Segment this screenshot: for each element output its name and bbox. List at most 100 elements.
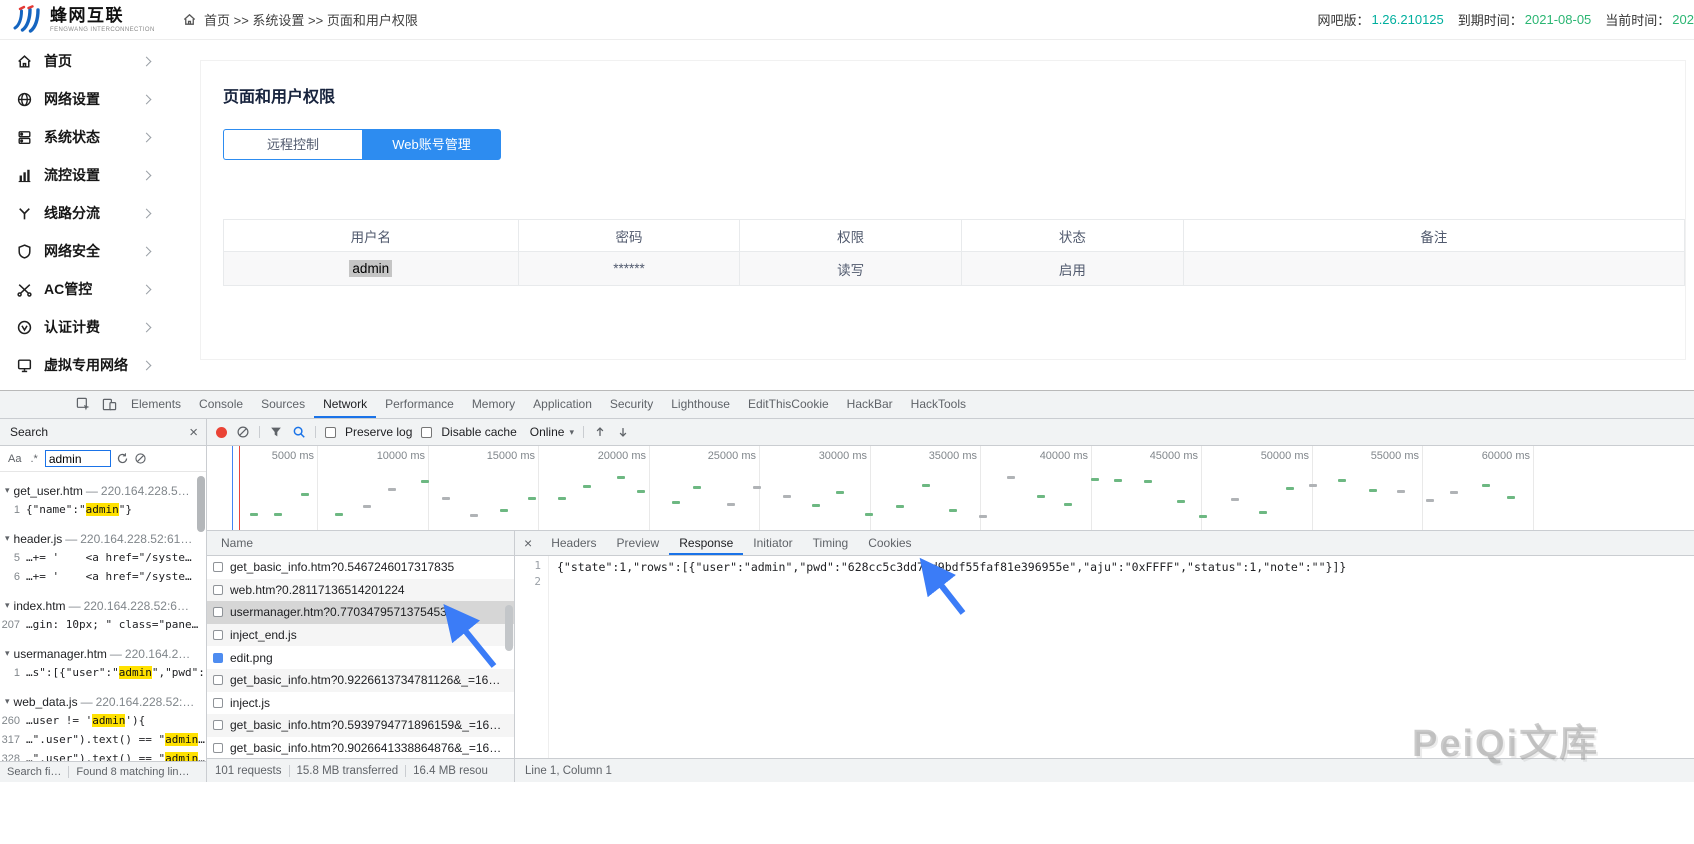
sidebar-item-system-status[interactable]: 系统状态 bbox=[0, 118, 163, 156]
devtools-tab-console[interactable]: Console bbox=[190, 391, 252, 418]
sidebar-item-auth-billing[interactable]: 认证计费 bbox=[0, 308, 163, 346]
sidebar-item-home[interactable]: 首页 bbox=[0, 42, 163, 80]
record-icon[interactable] bbox=[216, 427, 227, 438]
search-group-header[interactable]: ▾ web_data.js — 220.164.228.52:… bbox=[0, 692, 206, 711]
network-timeline-overview[interactable]: 5000 ms 10000 ms 15000 ms 20000 ms 25000… bbox=[207, 446, 1694, 531]
request-row[interactable]: get_basic_info.htm?0.9226613734781126&_=… bbox=[207, 669, 514, 692]
throttling-select[interactable]: Online ▾ bbox=[530, 425, 574, 439]
search-group-header[interactable]: ▾ get_user.htm — 220.164.228.5… bbox=[0, 481, 206, 500]
clear-search-icon[interactable] bbox=[134, 452, 147, 465]
match-case-toggle[interactable]: Aa bbox=[6, 452, 23, 466]
refresh-icon[interactable] bbox=[116, 452, 129, 465]
filter-icon[interactable] bbox=[269, 425, 283, 439]
tab-remote-control[interactable]: 远程控制 bbox=[223, 129, 362, 160]
request-row[interactable]: edit.png bbox=[207, 646, 514, 669]
close-icon[interactable]: × bbox=[189, 425, 198, 440]
devtools-tab-security[interactable]: Security bbox=[601, 391, 662, 418]
search-match-line[interactable]: 1 {"name":"admin"} bbox=[0, 500, 206, 519]
result-file-url: 220.164.228.52:61… bbox=[80, 532, 192, 546]
match-code: …s":[{"user":"admin","pwd":"… bbox=[26, 666, 206, 679]
search-input[interactable] bbox=[45, 450, 111, 467]
detail-tab-timing[interactable]: Timing bbox=[803, 531, 859, 555]
devtools-tab-hacktools[interactable]: HackTools bbox=[902, 391, 975, 418]
request-name: inject.js bbox=[230, 696, 270, 710]
request-list-scrollbar-thumb[interactable] bbox=[505, 605, 513, 651]
preserve-log-checkbox[interactable] bbox=[325, 427, 336, 438]
home-icon bbox=[182, 12, 197, 27]
status-divider bbox=[289, 765, 290, 777]
export-har-icon[interactable] bbox=[616, 425, 630, 439]
sidebar-item-vpn[interactable]: 虚拟专用网络 bbox=[0, 346, 163, 384]
breadcrumb[interactable]: 首页 >> 系统设置 >> 页面和用户权限 bbox=[182, 10, 418, 29]
detail-tab-response[interactable]: Response bbox=[669, 531, 743, 555]
detail-tab-cookies[interactable]: Cookies bbox=[858, 531, 921, 555]
regex-toggle[interactable]: .* bbox=[28, 452, 39, 466]
search-result-group: ▾ web_data.js — 220.164.228.52:… 260 …us… bbox=[0, 692, 206, 761]
request-name: get_basic_info.htm?0.9226613734781126&_=… bbox=[230, 673, 504, 687]
request-name: usermanager.htm?0.7703479571375453 bbox=[230, 605, 447, 619]
permissions-card: 页面和用户权限 远程控制 Web账号管理 用户名 密码 权限 状态 备注 bbox=[200, 60, 1686, 360]
search-group-header[interactable]: ▾ usermanager.htm — 220.164.2… bbox=[0, 644, 206, 663]
search-icon[interactable] bbox=[292, 425, 306, 439]
sidebar-item-line-split[interactable]: 线路分流 bbox=[0, 194, 163, 232]
request-name: edit.png bbox=[230, 651, 273, 665]
sidebar-item-flow-control[interactable]: 流控设置 bbox=[0, 156, 163, 194]
request-row[interactable]: inject_end.js bbox=[207, 624, 514, 647]
devtools-tab-network[interactable]: Network bbox=[314, 391, 376, 418]
search-match-line[interactable]: 317 …".user").text() == "admin… bbox=[0, 730, 206, 749]
toolbar-divider bbox=[259, 426, 260, 438]
sidebar-item-ac-control[interactable]: AC管控 bbox=[0, 270, 163, 308]
devtools-tab-hackbar[interactable]: HackBar bbox=[838, 391, 902, 418]
search-match-line[interactable]: 260 …user != 'admin'){ bbox=[0, 711, 206, 730]
devtools-tab-elements[interactable]: Elements bbox=[122, 391, 190, 418]
inspect-element-icon[interactable] bbox=[70, 392, 96, 418]
breadcrumb-text: 首页 >> 系统设置 >> 页面和用户权限 bbox=[204, 10, 418, 29]
disable-cache-checkbox[interactable] bbox=[421, 427, 432, 438]
response-viewer[interactable]: 1 2 {"state":1,"rows":[{"user":"admin","… bbox=[515, 556, 1694, 758]
devtools-tab-lighthouse[interactable]: Lighthouse bbox=[662, 391, 739, 418]
current-time-label: 当前时间： bbox=[1605, 10, 1670, 29]
sidebar-item-network-security[interactable]: 网络安全 bbox=[0, 232, 163, 270]
result-file-url: 220.164.228.5… bbox=[101, 484, 190, 498]
sidebar-item-label: 网络安全 bbox=[44, 241, 100, 261]
search-match-line[interactable]: 1 …s":[{"user":"admin","pwd":"… bbox=[0, 663, 206, 682]
close-detail-icon[interactable]: × bbox=[515, 535, 541, 551]
request-row[interactable]: get_basic_info.htm?0.5939794771896159&_=… bbox=[207, 714, 514, 737]
devtools-tab-sources[interactable]: Sources bbox=[252, 391, 314, 418]
request-row[interactable]: get_basic_info.htm?0.5467246017317835 bbox=[207, 556, 514, 579]
clear-log-icon[interactable] bbox=[236, 425, 250, 439]
match-code: …+= ' <a href="/syste… bbox=[26, 551, 192, 564]
search-match-line[interactable]: 328 …".user").text() == "admin… bbox=[0, 749, 206, 761]
chevron-down-icon: ▾ bbox=[569, 427, 574, 438]
sidebar-item-network-settings[interactable]: 网络设置 bbox=[0, 80, 163, 118]
request-row[interactable]: get_basic_info.htm?0.9026641338864876&_=… bbox=[207, 737, 514, 758]
search-match-line[interactable]: 207 …gin: 10px; " class="pane… bbox=[0, 615, 206, 634]
search-group-header[interactable]: ▾ index.htm — 220.164.228.52:6… bbox=[0, 596, 206, 615]
request-row[interactable]: inject.js bbox=[207, 692, 514, 715]
devtools-tab-performance[interactable]: Performance bbox=[376, 391, 463, 418]
chevron-right-icon bbox=[142, 94, 152, 104]
devtools-tab-memory[interactable]: Memory bbox=[463, 391, 524, 418]
detail-tab-headers[interactable]: Headers bbox=[541, 531, 606, 555]
preserve-log-label: Preserve log bbox=[345, 425, 412, 439]
document-file-icon bbox=[213, 675, 223, 685]
search-match-line[interactable]: 5 …+= ' <a href="/syste… bbox=[0, 548, 206, 567]
request-row-selected[interactable]: usermanager.htm?0.7703479571375453 bbox=[207, 601, 514, 624]
detail-tab-preview[interactable]: Preview bbox=[607, 531, 670, 555]
import-har-icon[interactable] bbox=[593, 425, 607, 439]
search-match-line[interactable]: 6 …+= ' <a href="/syste… bbox=[0, 567, 206, 586]
network-split: Name get_basic_info.htm?0.54672460173178… bbox=[207, 531, 1694, 758]
detail-tab-initiator[interactable]: Initiator bbox=[743, 531, 802, 555]
search-group-header[interactable]: ▾ header.js — 220.164.228.52:61… bbox=[0, 529, 206, 548]
document-file-icon bbox=[213, 562, 223, 572]
username-value[interactable]: admin bbox=[349, 260, 392, 277]
request-row[interactable]: web.htm?0.28117136514201224 bbox=[207, 579, 514, 602]
line-number: 1 bbox=[515, 559, 548, 575]
tab-web-account[interactable]: Web账号管理 bbox=[362, 129, 501, 160]
search-scrollbar-thumb[interactable] bbox=[197, 476, 205, 532]
match-code: {"name":"admin"} bbox=[26, 503, 132, 516]
toggle-device-toolbar-icon[interactable] bbox=[96, 392, 122, 418]
devtools-tab-editthiscookie[interactable]: EditThisCookie bbox=[739, 391, 838, 418]
devtools-tab-application[interactable]: Application bbox=[524, 391, 601, 418]
request-list-header[interactable]: Name bbox=[207, 531, 514, 556]
